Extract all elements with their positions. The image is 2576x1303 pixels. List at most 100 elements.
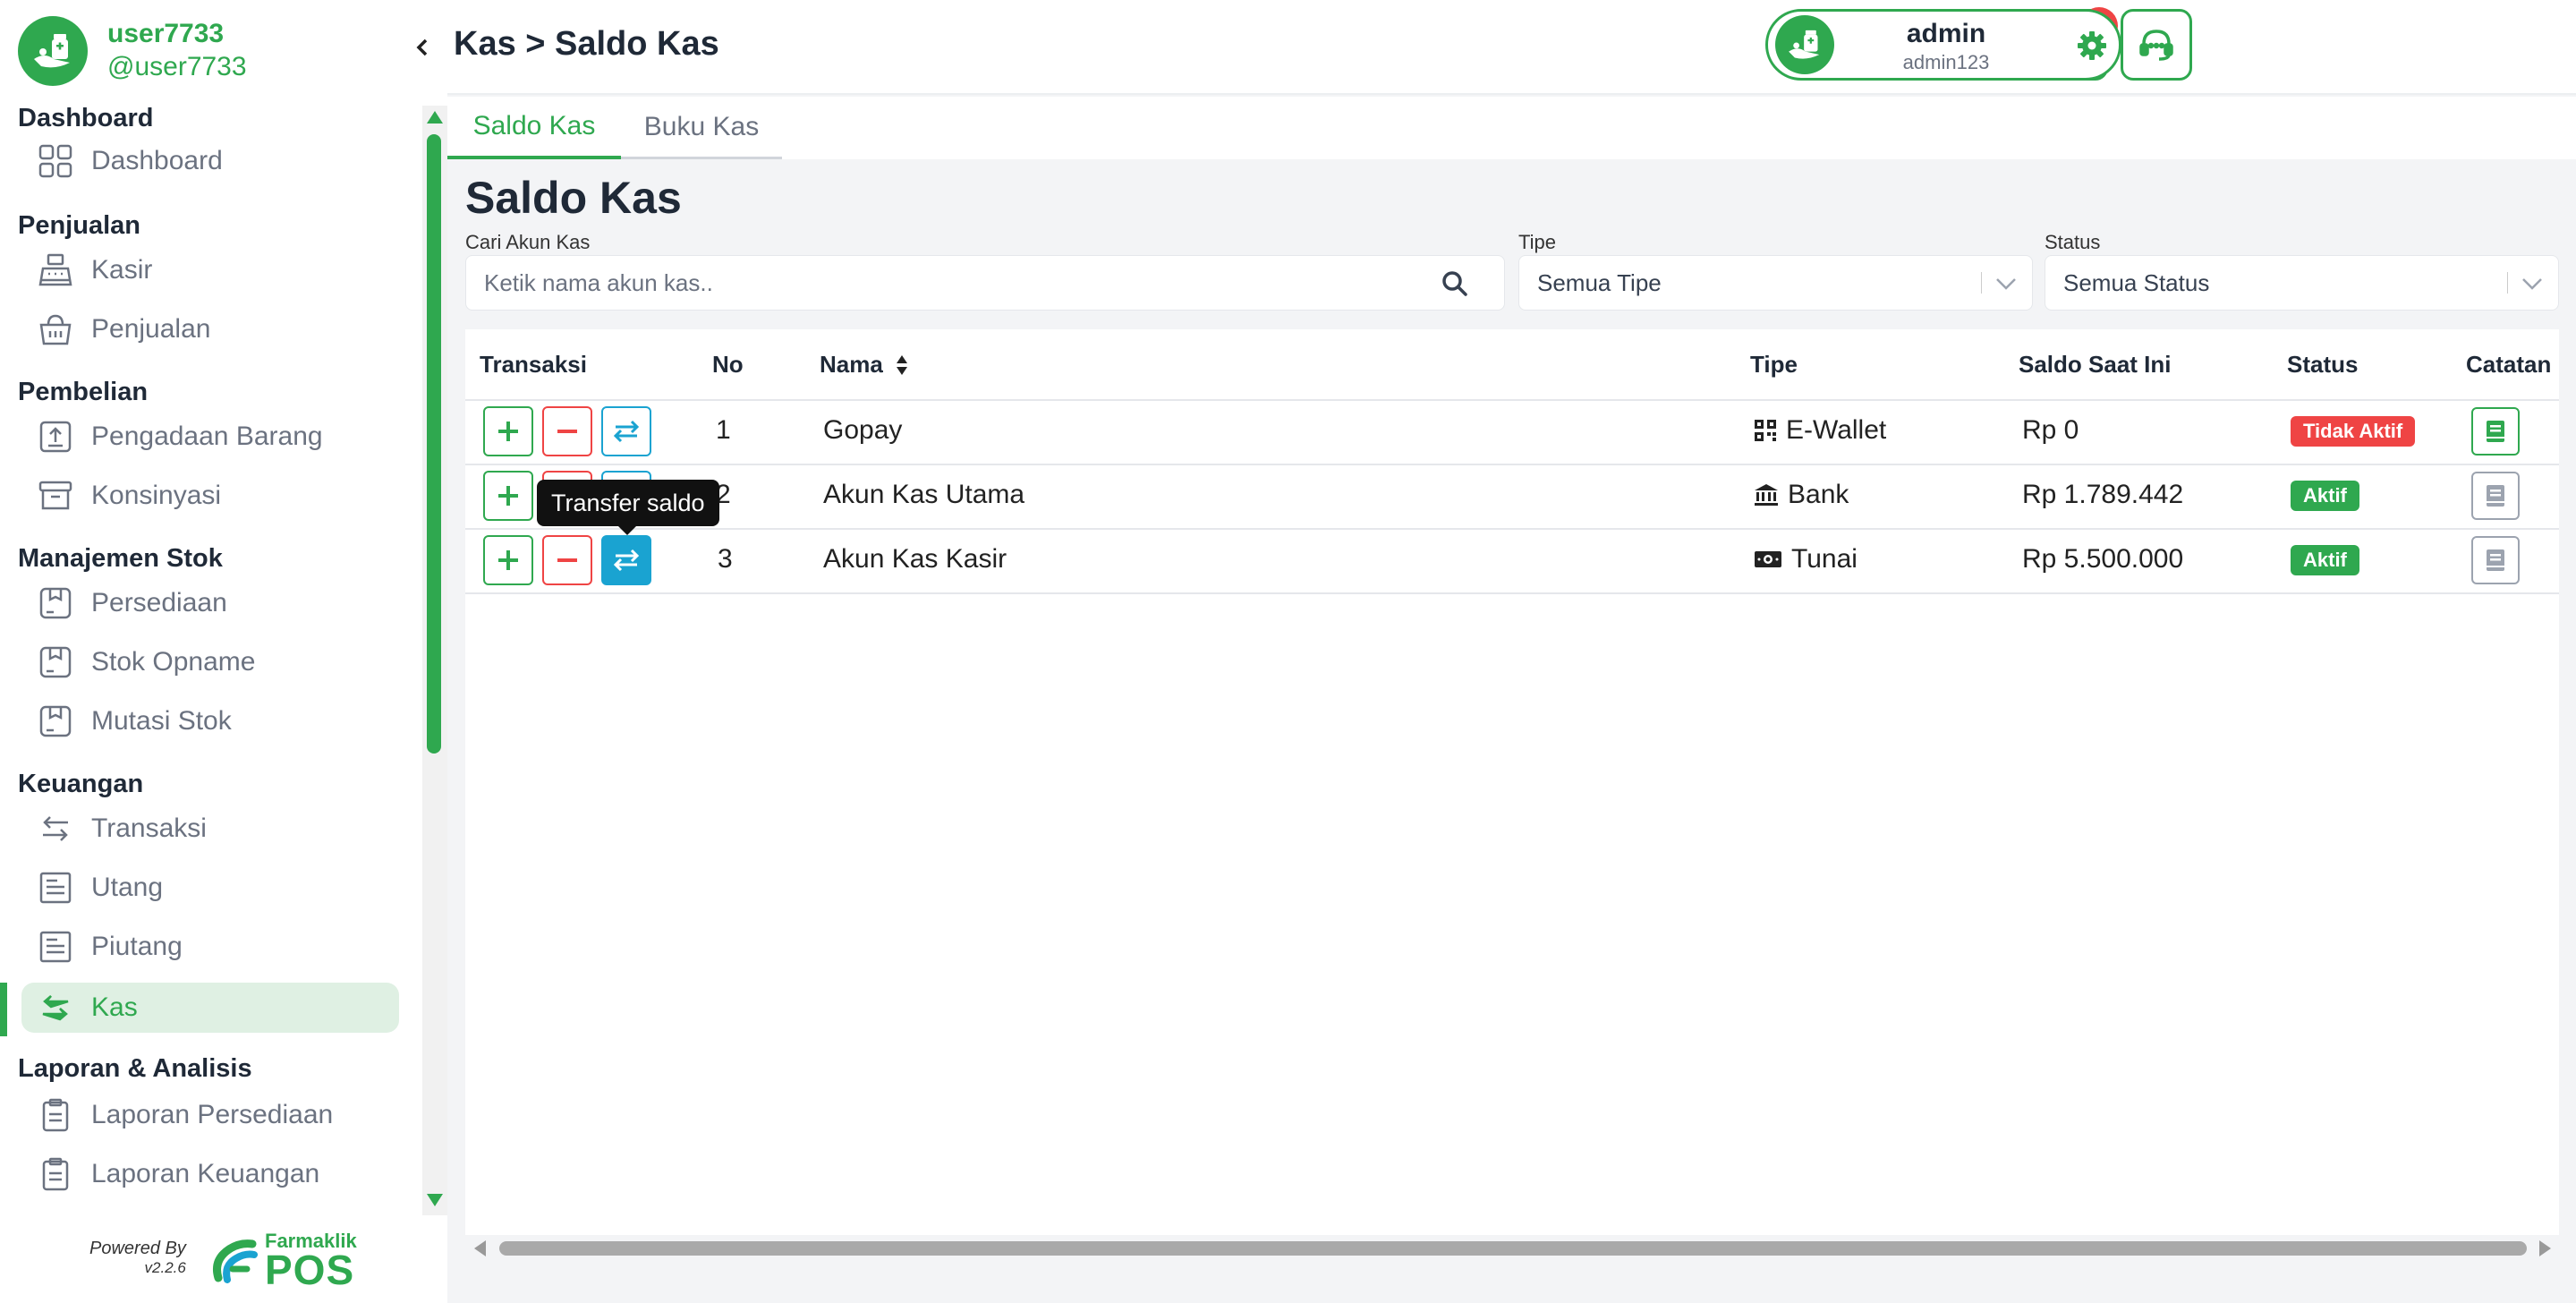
book-icon — [2487, 421, 2504, 442]
transfer-balance-button[interactable] — [601, 535, 651, 585]
minus-icon — [557, 430, 577, 433]
sidebar-item-piutang[interactable]: Piutang — [21, 922, 399, 972]
package-icon — [36, 702, 75, 741]
section-title-manajemen-stok: Manajemen Stok — [18, 544, 223, 573]
breadcrumb: Kas > Saldo Kas — [454, 25, 719, 63]
column-header-no: No — [712, 351, 744, 378]
section-title-keuangan: Keuangan — [18, 770, 144, 798]
sidebar: user7733 @user7733 Dashboard Dashboard P… — [0, 0, 447, 1303]
subtract-balance-button[interactable] — [542, 406, 592, 456]
sidebar-item-stok-opname[interactable]: Stok Opname — [21, 637, 399, 687]
status-badge: Aktif — [2291, 545, 2359, 575]
plus-icon — [498, 486, 518, 506]
farmaklik-logo-icon — [213, 1239, 258, 1283]
add-balance-button[interactable] — [483, 471, 533, 521]
tab-buku-kas[interactable]: Buku Kas — [621, 97, 782, 159]
tooltip-arrow — [618, 526, 636, 535]
table-horizontal-scrollbar[interactable] — [465, 1237, 2559, 1258]
powered-by-text: Powered By — [89, 1239, 186, 1258]
transfer-balance-button[interactable] — [601, 406, 651, 456]
row-saldo: Rp 1.789.442 — [2022, 480, 2184, 509]
search-label: Cari Akun Kas — [465, 231, 591, 253]
status-badge: Tidak Aktif — [2291, 416, 2416, 447]
sidebar-item-pengadaan-barang[interactable]: Pengadaan Barang — [21, 412, 399, 462]
sidebar-item-kas[interactable]: Kas — [21, 983, 399, 1033]
plus-icon — [498, 422, 518, 441]
subtract-balance-button[interactable] — [542, 535, 592, 585]
scroll-right-arrow-icon[interactable] — [2539, 1240, 2551, 1256]
type-select[interactable]: Semua Tipe — [1518, 255, 2033, 311]
column-header-nama[interactable]: Nama — [820, 351, 908, 379]
sort-icon[interactable] — [896, 353, 908, 377]
headset-icon — [2139, 30, 2173, 61]
logo-big-text: POS — [265, 1247, 355, 1293]
row-tipe: E-Wallet — [1754, 415, 1886, 446]
sidebar-item-label: Persediaan — [91, 588, 227, 617]
receipt-icon — [36, 927, 75, 967]
sidebar-item-penjualan[interactable]: Penjualan — [21, 304, 399, 354]
admin-profile-button[interactable]: admin admin123 — [1765, 9, 2121, 81]
sidebar-item-label: Utang — [91, 873, 164, 902]
search-icon[interactable] — [1441, 270, 1468, 297]
row-tipe-label: Bank — [1788, 480, 1849, 509]
row-nama: Akun Kas Utama — [823, 480, 1025, 509]
clipboard-icon — [36, 1154, 75, 1194]
scroll-left-arrow-icon[interactable] — [474, 1240, 486, 1256]
qr-icon — [1755, 420, 1776, 441]
row-nama: Akun Kas Kasir — [823, 544, 1007, 574]
transfer-icon — [613, 420, 640, 443]
settings-gear-icon[interactable] — [2076, 30, 2108, 66]
search-input[interactable]: Ketik nama akun kas.. — [465, 255, 1505, 311]
row-tipe-label: Tunai — [1791, 544, 1858, 574]
note-button[interactable] — [2471, 407, 2520, 456]
note-button[interactable] — [2471, 472, 2520, 520]
row-saldo: Rp 5.500.000 — [2022, 544, 2184, 574]
sidebar-item-mutasi-stok[interactable]: Mutasi Stok — [21, 696, 399, 746]
scroll-up-arrow-icon[interactable] — [427, 111, 443, 123]
note-button[interactable] — [2471, 536, 2520, 584]
user-profile: user7733 @user7733 — [18, 16, 247, 86]
section-title-penjualan: Penjualan — [18, 211, 140, 240]
sidebar-item-label: Transaksi — [91, 813, 207, 843]
column-header-tipe: Tipe — [1750, 351, 1798, 378]
sidebar-item-label: Konsinyasi — [91, 481, 222, 510]
support-button[interactable] — [2121, 9, 2192, 81]
top-header: Kas > Saldo Kas — [447, 0, 2576, 95]
sidebar-item-label: Pengadaan Barang — [91, 422, 323, 451]
row-no: 3 — [718, 544, 733, 574]
tab-saldo-kas[interactable]: Saldo Kas — [447, 97, 621, 159]
clipboard-icon — [36, 1095, 75, 1135]
status-label: Status — [2045, 231, 2101, 253]
basket-icon — [36, 310, 75, 349]
package-icon — [36, 583, 75, 623]
transfer-tooltip: Transfer saldo — [537, 480, 719, 526]
sidebar-item-label: Laporan Keuangan — [91, 1159, 320, 1188]
chevron-down-icon — [2522, 278, 2542, 290]
sidebar-item-transaksi[interactable]: Transaksi — [21, 804, 399, 854]
sidebar-item-persediaan[interactable]: Persediaan — [21, 578, 399, 628]
status-select[interactable]: Semua Status — [2045, 255, 2559, 311]
sidebar-item-laporan-keuangan[interactable]: Laporan Keuangan — [21, 1149, 399, 1199]
table-divider — [465, 592, 2559, 594]
sidebar-item-laporan-persediaan[interactable]: Laporan Persediaan — [21, 1090, 399, 1140]
money-icon — [1755, 551, 1781, 567]
scroll-down-arrow-icon[interactable] — [427, 1194, 443, 1206]
add-balance-button[interactable] — [483, 406, 533, 456]
sidebar-item-label: Penjualan — [91, 314, 211, 344]
sidebar-item-label: Dashboard — [91, 146, 223, 175]
user-name: user7733 — [107, 19, 225, 48]
horizontal-scroll-thumb[interactable] — [499, 1241, 2527, 1256]
sidebar-item-dashboard[interactable]: Dashboard — [21, 136, 399, 186]
admin-username: admin123 — [1902, 51, 1990, 73]
sidebar-item-utang[interactable]: Utang — [21, 863, 399, 913]
sidebar-item-kasir[interactable]: Kasir — [21, 245, 399, 295]
add-balance-button[interactable] — [483, 535, 533, 585]
receipt-icon — [36, 868, 75, 907]
column-header-saldo: Saldo Saat Ini — [2019, 351, 2172, 378]
table-divider — [465, 399, 2559, 401]
sidebar-scroll-thumb[interactable] — [427, 134, 441, 754]
row-tipe-label: E-Wallet — [1786, 415, 1887, 445]
sidebar-item-konsinyasi[interactable]: Konsinyasi — [21, 471, 399, 521]
collapse-sidebar-button[interactable] — [410, 34, 435, 61]
archive-icon — [36, 476, 75, 515]
